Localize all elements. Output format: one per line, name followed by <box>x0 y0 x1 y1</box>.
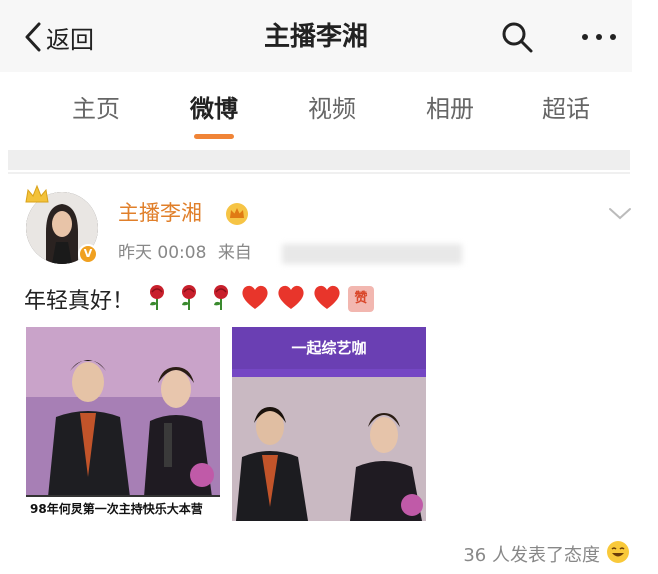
page-title: 主播李湘 <box>263 22 368 52</box>
avatar[interactable]: V <box>25 184 98 264</box>
divider <box>8 172 630 174</box>
photo-caption: 98年何炅第一次主持快乐大本营 <box>26 495 220 521</box>
crown-icon <box>24 184 50 210</box>
heart-icon <box>312 283 342 315</box>
source-prefix: 来自 <box>217 243 252 263</box>
post-photo-1[interactable]: 98年何炅第一次主持快乐大本营 <box>26 327 220 521</box>
vip-crown-icon[interactable] <box>225 202 249 230</box>
navigation-bar: 返回 主播李湘 <box>0 0 632 72</box>
rose-icon <box>208 283 234 315</box>
author-name[interactable]: 主播李湘 <box>118 198 202 228</box>
tab-weibo[interactable]: 微博 <box>174 92 254 126</box>
photo-header-text: 一起综艺咖 <box>232 327 426 369</box>
zan-icon: 赞 <box>348 286 375 312</box>
tab-supertopic[interactable]: 超话 <box>526 92 606 126</box>
tab-video[interactable]: 视频 <box>292 92 372 126</box>
post-meta: 昨天 00:08 来自 <box>118 240 252 266</box>
more-icon[interactable] <box>580 24 618 54</box>
rose-icon <box>144 283 170 315</box>
laugh-emoji-icon <box>606 540 630 568</box>
profile-tabs: 主页 微博 视频 相册 超话 <box>0 72 632 150</box>
search-icon[interactable] <box>500 20 534 58</box>
rose-icon <box>176 283 202 315</box>
tab-album[interactable]: 相册 <box>410 92 490 126</box>
active-tab-indicator <box>194 134 234 139</box>
post-source-blurred <box>282 244 462 264</box>
verified-badge-icon: V <box>78 244 98 264</box>
post-time: 昨天 00:08 <box>118 243 207 263</box>
post-photo-2[interactable]: 一起综艺咖 <box>232 327 426 521</box>
heart-icon <box>276 283 306 315</box>
reactions-summary[interactable]: 36 人发表了态度 <box>463 540 630 568</box>
post-text: 年轻真好！ 赞 <box>24 284 380 314</box>
tab-home[interactable]: 主页 <box>56 92 136 126</box>
reactions-count: 36 人发表了态度 <box>463 545 600 566</box>
post-body: 年轻真好！ <box>24 289 135 314</box>
chevron-down-icon[interactable] <box>608 206 632 225</box>
heart-icon <box>240 283 270 315</box>
section-divider <box>8 150 630 170</box>
